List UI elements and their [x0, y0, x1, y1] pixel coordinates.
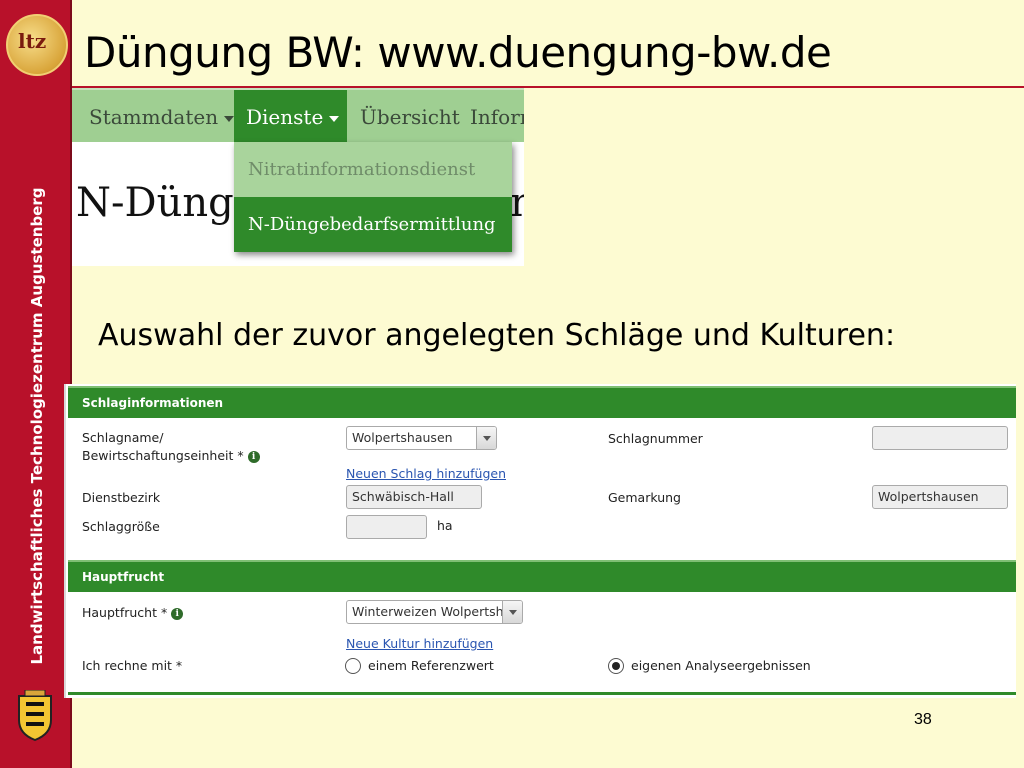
nav-item-inform[interactable]: Inform: [468, 90, 524, 144]
schlagname-label: Schlagname/ Bewirtschaftungseinheit * i: [82, 429, 260, 465]
schlagname-value: Wolpertshausen: [352, 430, 453, 445]
rechne-label: Ich rechne mit *: [82, 658, 183, 673]
page-heading: N-Dünge: [76, 180, 258, 226]
dienste-dropdown-menu: Nitratinformationsdienst N-Düngebedarfse…: [234, 142, 512, 252]
coat-of-arms-icon: [18, 690, 52, 742]
chevron-down-icon[interactable]: [502, 601, 522, 623]
schlagnummer-label: Schlagnummer: [608, 431, 703, 446]
gemarkung-label: Gemarkung: [608, 490, 681, 505]
form-screenshot: Schlaginformationen Schlagname/ Bewirtsc…: [64, 384, 1016, 698]
info-icon[interactable]: i: [171, 607, 184, 620]
dienstbezirk-field[interactable]: Schwäbisch-Hall: [346, 485, 482, 509]
gemarkung-field[interactable]: Wolpertshausen: [872, 485, 1008, 509]
add-kultur-link[interactable]: Neue Kultur hinzufügen: [346, 636, 493, 651]
navigation-screenshot: Stammdaten Dienste Übersicht Inform N-Dü…: [72, 88, 524, 266]
radio-referenzwert-label: einem Referenzwert: [368, 658, 494, 673]
navbar: Stammdaten Dienste Übersicht Inform: [72, 88, 524, 144]
nav-item-label: Inform: [470, 105, 524, 129]
schlagnummer-field[interactable]: [872, 426, 1008, 450]
caret-down-icon: [329, 115, 340, 122]
unit-label: ha: [437, 518, 453, 533]
form-bottom-rule: [68, 692, 1016, 695]
ltz-logo: ltz: [6, 14, 68, 76]
nav-item-stammdaten[interactable]: Stammdaten: [72, 90, 235, 144]
logo-text: ltz: [18, 29, 47, 53]
nav-item-label: Dienste: [246, 105, 324, 129]
hauptfrucht-select[interactable]: Winterweizen Wolpertshau: [346, 600, 523, 624]
menu-item-nitratinformationsdienst[interactable]: Nitratinformationsdienst: [234, 142, 512, 197]
menu-item-n-duengebedarfsermittlung[interactable]: N-Düngebedarfsermittlung: [234, 197, 512, 252]
chevron-down-icon[interactable]: [476, 427, 496, 449]
nav-item-uebersicht[interactable]: Übersicht: [352, 90, 462, 144]
add-schlag-link[interactable]: Neuen Schlag hinzufügen: [346, 466, 506, 481]
hauptfrucht-value: Winterweizen Wolpertshau: [352, 604, 520, 619]
page-number: 38: [914, 711, 932, 728]
schlagname-select[interactable]: Wolpertshausen: [346, 426, 497, 450]
slide-subtitle: Auswahl der zuvor angelegten Schläge und…: [98, 318, 896, 353]
radio-referenzwert[interactable]: [345, 658, 361, 674]
caret-down-icon: [224, 115, 235, 122]
info-icon[interactable]: i: [247, 450, 260, 463]
nav-item-label: Stammdaten: [89, 105, 219, 129]
nav-item-label: Übersicht: [360, 105, 460, 129]
nav-item-dienste[interactable]: Dienste: [234, 90, 347, 144]
hauptfrucht-label: Hauptfrucht * i: [82, 604, 184, 622]
section-header-schlaginformationen: Schlaginformationen: [68, 386, 1016, 418]
radio-analyseergebnisse[interactable]: [608, 658, 624, 674]
radio-analyseergebnisse-label: eigenen Analyseergebnissen: [631, 658, 811, 673]
section-header-hauptfrucht: Hauptfrucht: [68, 560, 1016, 592]
dienstbezirk-label: Dienstbezirk: [82, 490, 161, 505]
schlaggroesse-label: Schlaggröße: [82, 519, 160, 534]
organization-name: Landwirtschaftliches Technologiezentrum …: [28, 187, 46, 665]
schlagname-label-line1: Schlagname/: [82, 430, 164, 445]
slide-title: Düngung BW: www.duengung-bw.de: [84, 28, 832, 77]
schlaggroesse-field[interactable]: [346, 515, 427, 539]
schlagname-label-line2: Bewirtschaftungseinheit *: [82, 448, 244, 463]
page-heading-tail: n: [510, 180, 524, 226]
hauptfrucht-label-text: Hauptfrucht *: [82, 605, 168, 620]
